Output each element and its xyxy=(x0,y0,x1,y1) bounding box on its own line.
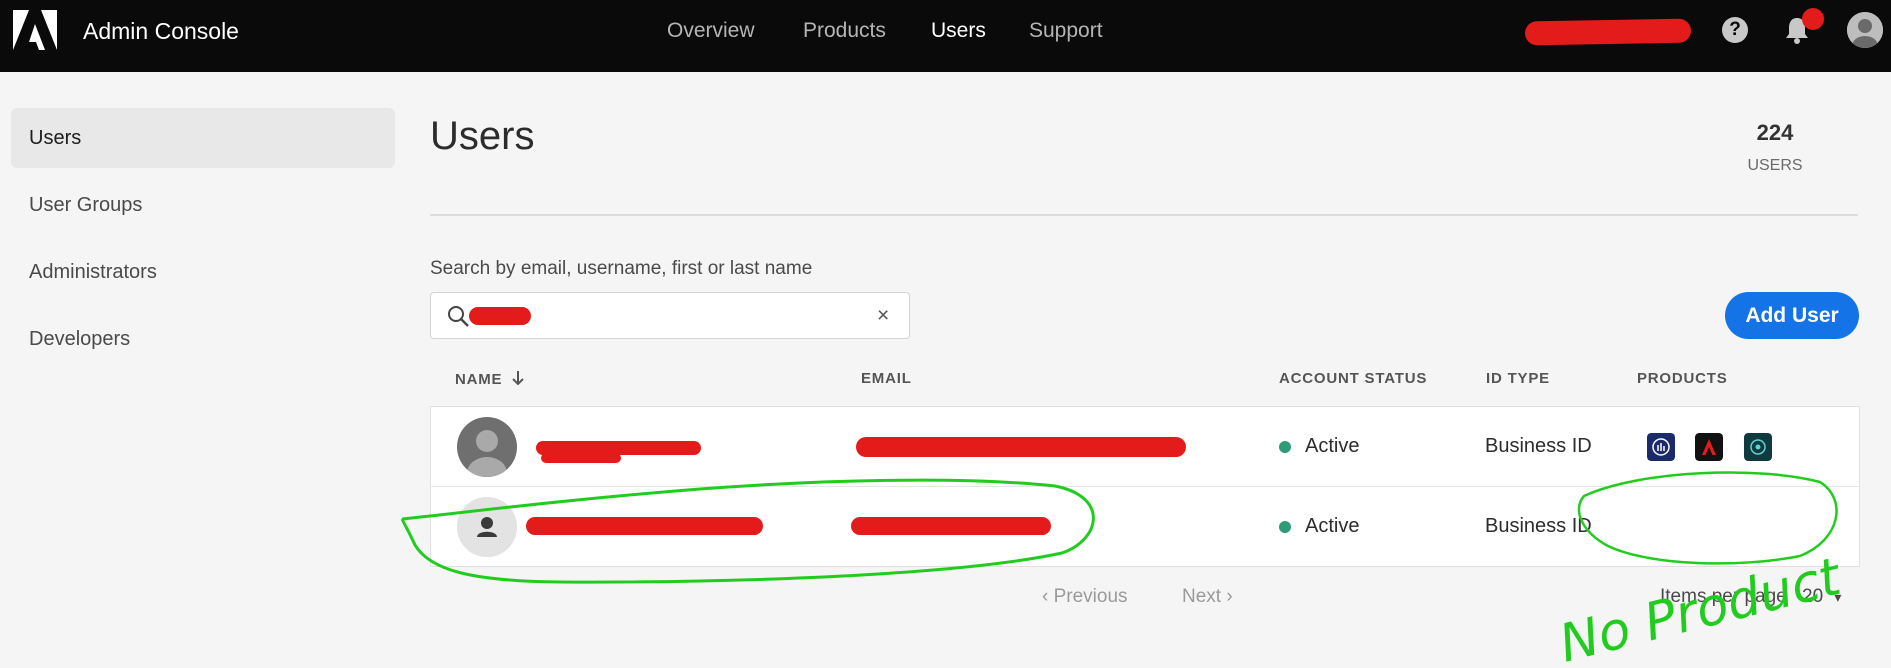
experience-product-icon[interactable] xyxy=(1744,433,1772,461)
id-type: Business ID xyxy=(1485,515,1592,537)
redacted-name xyxy=(526,517,763,535)
user-avatar xyxy=(457,417,517,477)
column-header-id-type[interactable]: ID TYPE xyxy=(1486,370,1550,387)
search-label: Search by email, username, first or last… xyxy=(430,258,813,279)
user-avatar xyxy=(457,497,517,557)
user-count: 224 xyxy=(1756,120,1794,145)
items-per-page-label: Items per page xyxy=(1660,586,1787,607)
column-name-label: NAME xyxy=(455,371,503,388)
chevron-right-icon: › xyxy=(1226,586,1233,607)
header-divider xyxy=(430,214,1858,216)
search-input[interactable] xyxy=(475,303,855,329)
column-header-products: PRODUCTS xyxy=(1637,370,1728,387)
search-icon xyxy=(448,306,469,327)
add-user-button[interactable]: Add User xyxy=(1725,292,1859,339)
nav-overview[interactable]: Overview xyxy=(667,19,755,43)
nav-products[interactable]: Products xyxy=(803,19,886,43)
sidebar-item-user-groups[interactable]: User Groups xyxy=(11,175,395,235)
adobe-logo-icon[interactable] xyxy=(13,10,57,50)
nav-support[interactable]: Support xyxy=(1029,19,1103,43)
analytics-product-icon[interactable] xyxy=(1647,433,1675,461)
previous-page-button[interactable]: ‹ Previous xyxy=(1042,586,1128,608)
nav-users[interactable]: Users xyxy=(931,19,986,43)
redacted-org-name xyxy=(1524,18,1692,46)
profile-avatar[interactable] xyxy=(1847,12,1883,48)
column-header-name[interactable]: NAME xyxy=(455,370,525,388)
column-header-email[interactable]: EMAIL xyxy=(861,370,912,387)
top-nav-bar: Admin Console Overview Products Users Su… xyxy=(0,0,1891,72)
sidebar-item-administrators[interactable]: Administrators xyxy=(11,242,395,302)
table-row[interactable]: Active Business ID xyxy=(431,407,1859,486)
id-type: Business ID xyxy=(1485,435,1592,457)
chevron-left-icon: ‹ xyxy=(1042,586,1049,607)
account-status: Active xyxy=(1305,435,1360,457)
clear-search-icon[interactable]: × xyxy=(877,304,889,328)
page-title: Users xyxy=(430,114,535,158)
redacted-name xyxy=(541,453,621,463)
notification-badge xyxy=(1802,8,1824,30)
sidebar-item-users[interactable]: Users xyxy=(11,108,395,168)
column-header-status[interactable]: ACCOUNT STATUS xyxy=(1279,370,1427,387)
previous-label: Previous xyxy=(1053,586,1128,607)
search-field[interactable]: × xyxy=(430,292,910,339)
items-per-page-select[interactable]: 20 ▾ xyxy=(1802,586,1841,608)
account-status: Active xyxy=(1305,515,1360,537)
sidebar-item-developers[interactable]: Developers xyxy=(11,309,395,369)
user-avatar-icon xyxy=(1847,12,1883,48)
redacted-email xyxy=(856,437,1186,457)
redacted-email xyxy=(851,517,1051,535)
user-silhouette-icon xyxy=(457,497,517,557)
next-label: Next xyxy=(1182,586,1222,607)
adobe-product-icon[interactable] xyxy=(1695,433,1723,461)
user-count-label: USERS xyxy=(1747,157,1803,174)
chevron-down-icon: ▾ xyxy=(1834,589,1842,605)
sort-descending-icon[interactable] xyxy=(511,370,525,386)
next-page-button[interactable]: Next › xyxy=(1182,586,1233,608)
redacted-search-text xyxy=(469,307,531,325)
help-icon[interactable]: ? xyxy=(1722,17,1748,43)
items-per-page-value: 20 xyxy=(1802,586,1824,607)
status-active-dot xyxy=(1279,521,1291,533)
status-active-dot xyxy=(1279,441,1291,453)
table-row[interactable]: Active Business ID xyxy=(431,486,1859,567)
user-photo-icon xyxy=(457,417,517,477)
app-title[interactable]: Admin Console xyxy=(83,18,239,45)
users-table: Active Business ID Active Business ID xyxy=(430,406,1860,567)
